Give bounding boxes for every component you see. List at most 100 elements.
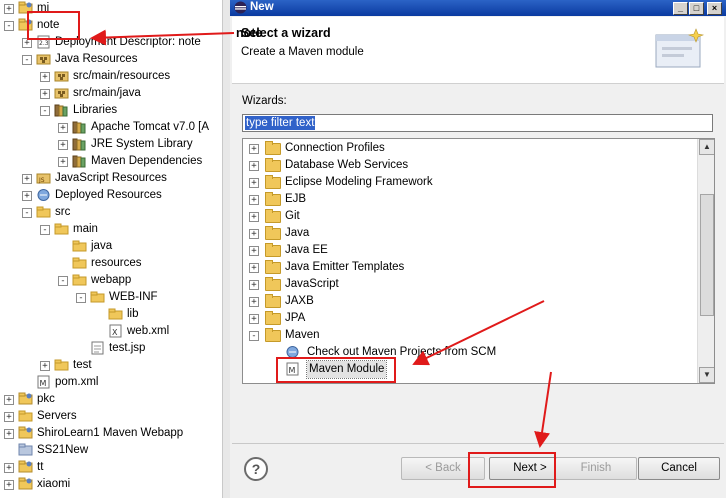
expand-icon[interactable]: + bbox=[249, 178, 259, 188]
expand-icon[interactable]: + bbox=[58, 157, 68, 167]
expand-icon[interactable]: + bbox=[4, 480, 14, 490]
collapse-icon[interactable]: - bbox=[4, 21, 14, 31]
wizard-category[interactable]: + Git bbox=[243, 208, 693, 225]
tree-item[interactable]: +JRE System Library [Ja bbox=[0, 136, 222, 153]
expand-icon[interactable]: + bbox=[58, 140, 68, 150]
tree-item[interactable]: - src bbox=[0, 204, 222, 221]
tree-item[interactable]: - Java Resources bbox=[0, 51, 222, 68]
folder-icon bbox=[265, 158, 281, 172]
collapse-icon[interactable]: - bbox=[22, 55, 32, 65]
close-button[interactable]: × bbox=[707, 2, 722, 15]
wizard-category[interactable]: + Connection Profiles bbox=[243, 140, 693, 157]
library-icon bbox=[72, 154, 87, 168]
expand-icon[interactable]: + bbox=[249, 195, 259, 205]
wizard-category[interactable]: - Maven bbox=[243, 327, 693, 344]
tree-item[interactable]: + Apache Tomcat v7.0 [A bbox=[0, 119, 222, 136]
tree-item[interactable]: + xiaomi bbox=[0, 476, 222, 493]
wizard-category[interactable]: + Eclipse Modeling Framework bbox=[243, 174, 693, 191]
folder-icon bbox=[265, 141, 281, 155]
wizard-category[interactable]: + Java bbox=[243, 225, 693, 242]
tree-item[interactable]: - WEB-INF bbox=[0, 289, 222, 306]
tree-item-label: resources bbox=[91, 257, 142, 269]
wizard-page-description: Create a Maven module bbox=[241, 46, 364, 58]
scrollbar-thumb[interactable] bbox=[700, 194, 714, 316]
expand-icon[interactable]: + bbox=[249, 229, 259, 239]
expand-icon[interactable]: + bbox=[40, 361, 50, 371]
collapse-icon[interactable]: - bbox=[40, 106, 50, 116]
expand-icon[interactable]: + bbox=[4, 463, 14, 473]
dialog-titlebar[interactable]: New _ □ × bbox=[230, 0, 726, 16]
wizard-list[interactable]: + Connection Profiles + Database Web Servic… bbox=[242, 138, 715, 384]
tree-item[interactable]: + tt bbox=[0, 459, 222, 476]
expand-icon[interactable]: + bbox=[40, 72, 50, 82]
wizard-filter-input[interactable]: type filter text bbox=[242, 114, 713, 132]
expand-icon[interactable]: + bbox=[22, 174, 32, 184]
tree-item[interactable]: - Libraries bbox=[0, 102, 222, 119]
expand-icon[interactable]: + bbox=[249, 297, 259, 307]
tree-item[interactable]: + test bbox=[0, 357, 222, 374]
tree-item[interactable]: + JS JavaScript Resources bbox=[0, 170, 222, 187]
collapse-icon[interactable]: - bbox=[249, 331, 259, 341]
tree-item[interactable]: + Deployed Resources bbox=[0, 187, 222, 204]
wizard-category[interactable]: + Java Emitter Templates bbox=[243, 259, 693, 276]
collapse-icon[interactable]: - bbox=[58, 276, 68, 286]
tree-item[interactable]: + Maven Dependencies bbox=[0, 153, 222, 170]
expand-icon[interactable]: + bbox=[4, 395, 14, 405]
tree-item[interactable]: + Servers bbox=[0, 408, 222, 425]
folder-icon bbox=[54, 222, 69, 236]
collapse-icon[interactable]: - bbox=[76, 293, 86, 303]
wizard-item-label: Java EE bbox=[285, 244, 328, 256]
tree-item-label: Java Resources bbox=[55, 53, 138, 65]
finish-button[interactable]: Finish bbox=[555, 457, 637, 480]
wizard-category[interactable]: + EJB bbox=[243, 191, 693, 208]
tree-item[interactable]: - main bbox=[0, 221, 222, 238]
tree-item-label: tt bbox=[37, 461, 44, 473]
collapse-icon[interactable]: - bbox=[22, 208, 32, 218]
folder-icon bbox=[108, 307, 123, 321]
collapse-icon[interactable]: - bbox=[40, 225, 50, 235]
expand-icon[interactable]: + bbox=[4, 429, 14, 439]
wizard-list-scrollbar[interactable]: ▲ ▼ bbox=[697, 139, 714, 383]
library-icon bbox=[72, 120, 87, 134]
maximize-button[interactable]: □ bbox=[689, 2, 704, 15]
tree-item[interactable]: - webapp bbox=[0, 272, 222, 289]
folder-icon bbox=[72, 256, 87, 270]
tree-item[interactable]: + pkc bbox=[0, 391, 222, 408]
expand-icon[interactable]: + bbox=[4, 412, 14, 422]
expand-icon[interactable]: + bbox=[249, 161, 259, 171]
tree-item[interactable]: + ShiroLearn1 Maven Webapp bbox=[0, 425, 222, 442]
expand-icon[interactable]: + bbox=[249, 263, 259, 273]
expand-icon[interactable]: + bbox=[249, 314, 259, 324]
package-folder-icon bbox=[54, 86, 69, 100]
tree-item-label: java bbox=[91, 240, 113, 252]
tree-item[interactable]: test.jsp bbox=[0, 340, 222, 357]
scroll-down-icon[interactable]: ▼ bbox=[699, 367, 714, 383]
tree-item[interactable]: lib bbox=[0, 306, 222, 323]
scroll-up-icon[interactable]: ▲ bbox=[699, 139, 714, 155]
tree-item[interactable]: SS21New bbox=[0, 442, 222, 459]
expand-icon[interactable]: + bbox=[249, 246, 259, 256]
help-icon[interactable]: ? bbox=[244, 457, 268, 481]
cancel-button[interactable]: Cancel bbox=[638, 457, 720, 480]
expand-icon[interactable]: + bbox=[249, 212, 259, 222]
expand-icon[interactable]: + bbox=[4, 4, 14, 14]
wizard-category[interactable]: + JPA bbox=[243, 310, 693, 327]
tree-item[interactable]: + src/main/resources bbox=[0, 68, 222, 85]
tree-item[interactable]: Xweb.xml bbox=[0, 323, 222, 340]
tree-item[interactable]: + src/main/java bbox=[0, 85, 222, 102]
minimize-button[interactable]: _ bbox=[673, 2, 688, 15]
wizard-category[interactable]: + JavaScript bbox=[243, 276, 693, 293]
wizard-category[interactable]: + Database Web Services bbox=[243, 157, 693, 174]
tree-item[interactable]: java bbox=[0, 238, 222, 255]
expand-icon[interactable]: + bbox=[249, 280, 259, 290]
expand-icon[interactable]: + bbox=[40, 89, 50, 99]
expand-icon[interactable]: + bbox=[249, 144, 259, 154]
expand-icon[interactable]: + bbox=[58, 123, 68, 133]
tree-item[interactable]: Mpom.xml bbox=[0, 374, 222, 391]
wizard-category[interactable]: + Java EE bbox=[243, 242, 693, 259]
tree-item[interactable]: resources bbox=[0, 255, 222, 272]
wizard-category[interactable]: + JAXB bbox=[243, 293, 693, 310]
expand-icon[interactable]: + bbox=[22, 191, 32, 201]
tree-item-label: WEB-INF bbox=[109, 291, 158, 303]
tree-item-label: Libraries bbox=[73, 104, 118, 116]
